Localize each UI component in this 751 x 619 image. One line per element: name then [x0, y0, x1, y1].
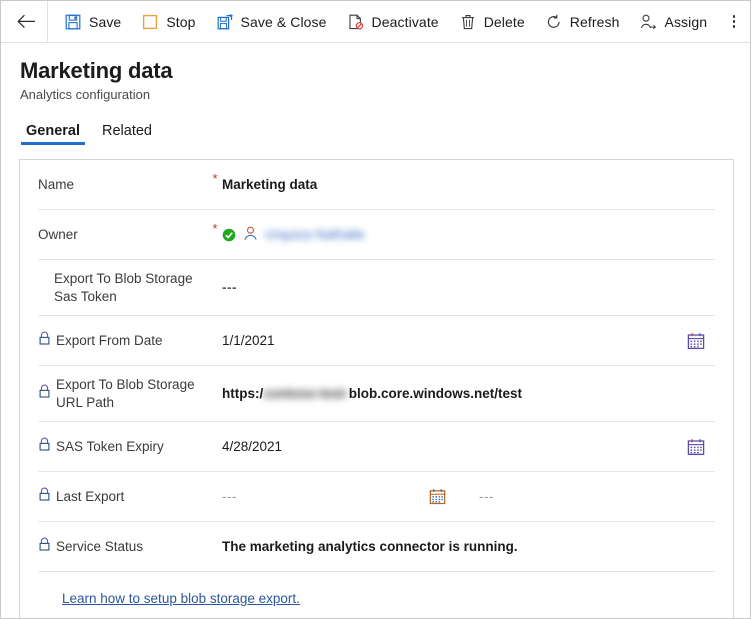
field-label-url-path-cell: Export To Blob Storage URL Path: [38, 376, 208, 412]
url-suffix: blob.core.windows.net/test: [348, 386, 523, 401]
save-and-close-button[interactable]: Save & Close: [206, 5, 337, 39]
field-label-owner: Owner: [38, 226, 78, 242]
owner-person-icon: [243, 226, 258, 244]
back-button[interactable]: [9, 5, 43, 39]
lock-icon: [38, 331, 51, 350]
help-link-row: Learn how to setup blob storage export.: [38, 572, 715, 618]
calendar-icon[interactable]: [687, 438, 715, 456]
field-row-service-status: Service Status The marketing analytics c…: [38, 522, 715, 572]
field-label-last-export-cell: Last Export: [38, 487, 208, 506]
field-value-last-export-time: ---: [479, 489, 494, 504]
field-row-export-from-date: Export From Date 1/1/2021: [38, 316, 715, 366]
lock-icon: [38, 537, 51, 556]
field-value-sas-token: ---: [222, 280, 237, 295]
learn-blob-storage-export-link[interactable]: Learn how to setup blob storage export.: [62, 591, 300, 606]
field-label-sas-token-cell: Export To Blob Storage Sas Token: [38, 270, 208, 306]
deactivate-button-label: Deactivate: [371, 13, 439, 30]
field-list: Name * Marketing data Owner * Urquiza Na…: [20, 160, 733, 618]
page-subtitle: Analytics configuration: [20, 87, 151, 102]
lock-icon: [38, 487, 51, 506]
field-label-sas-token-expiry-cell: SAS Token Expiry: [38, 437, 208, 456]
tab-list: General Related: [1, 117, 750, 145]
field-value-sas-token-expiry: 4/28/2021: [222, 439, 283, 454]
delete-icon: [459, 13, 477, 31]
field-row-sas-token: Export To Blob Storage Sas Token ---: [38, 260, 715, 316]
field-label-name: Name: [38, 176, 75, 192]
record-form-window: Save Stop Save & Close Deactivate Delete…: [0, 0, 751, 619]
assign-icon: [640, 13, 658, 31]
field-value-sas-token-expiry-cell[interactable]: 4/28/2021: [222, 438, 715, 456]
general-tab-panel: Name * Marketing data Owner * Urquiza Na…: [19, 159, 734, 618]
field-label-export-from-date: Export From Date: [56, 332, 163, 348]
field-label-url-path: Export To Blob Storage URL Path: [56, 376, 195, 410]
field-value-service-status-cell[interactable]: The marketing analytics connector is run…: [222, 539, 715, 554]
refresh-button-label: Refresh: [569, 13, 620, 30]
field-value-service-status: The marketing analytics connector is run…: [222, 539, 518, 554]
field-value-last-export-cell[interactable]: --- ---: [222, 488, 715, 505]
field-value-last-export-date: ---: [222, 489, 237, 504]
stop-button[interactable]: Stop: [131, 5, 205, 39]
field-value-sas-token-cell[interactable]: ---: [222, 280, 715, 295]
field-label-sas-token-expiry: SAS Token Expiry: [56, 438, 164, 454]
assign-button-label: Assign: [664, 13, 708, 30]
refresh-button[interactable]: Refresh: [535, 5, 630, 39]
save-and-close-button-label: Save & Close: [240, 13, 327, 30]
required-indicator-owner: *: [212, 221, 218, 236]
toolbar-divider: [47, 1, 48, 43]
save-button[interactable]: Save: [54, 5, 131, 39]
tab-general[interactable]: General: [20, 123, 86, 145]
page-header: Marketing data Analytics configuration: [1, 43, 750, 103]
lock-icon: [38, 437, 51, 456]
tab-related[interactable]: Related: [96, 123, 158, 145]
field-value-url-path-cell[interactable]: https:/ contoso-test- blob.core.windows.…: [222, 386, 715, 401]
field-row-sas-token-expiry: SAS Token Expiry 4/28/2021: [38, 422, 715, 472]
save-and-close-icon: [216, 13, 234, 31]
url-redacted-host: contoso-test-: [263, 386, 349, 401]
field-value-export-from-date-cell[interactable]: 1/1/2021: [222, 332, 715, 350]
field-value-name-cell[interactable]: Marketing data: [222, 177, 715, 192]
deactivate-button[interactable]: Deactivate: [337, 5, 449, 39]
lock-icon: [38, 384, 51, 403]
calendar-icon[interactable]: [687, 332, 715, 350]
calendar-icon[interactable]: [429, 488, 446, 505]
field-label-export-from-date-cell: Export From Date: [38, 331, 208, 350]
field-row-url-path: Export To Blob Storage URL Path https:/ …: [38, 366, 715, 422]
verified-check-icon: [222, 228, 236, 242]
field-value-owner-cell[interactable]: Urquiza Nathalie: [222, 226, 715, 244]
field-label-service-status: Service Status: [56, 538, 144, 554]
field-label-last-export: Last Export: [56, 488, 125, 504]
field-value-export-from-date: 1/1/2021: [222, 333, 275, 348]
command-bar: Save Stop Save & Close Deactivate Delete…: [1, 1, 750, 43]
save-icon: [64, 13, 82, 31]
field-value-name: Marketing data: [222, 177, 318, 192]
field-row-owner: Owner * Urquiza Nathalie: [38, 210, 715, 260]
required-indicator-name: *: [212, 171, 218, 186]
delete-button-label: Delete: [483, 13, 525, 30]
stop-button-label: Stop: [166, 13, 196, 30]
field-row-last-export: Last Export --- ---: [38, 472, 715, 522]
field-row-name: Name * Marketing data: [38, 160, 715, 210]
more-vertical-icon: [732, 15, 736, 28]
delete-button[interactable]: Delete: [449, 5, 535, 39]
field-label-owner-cell: Owner: [38, 226, 208, 244]
stop-icon: [141, 13, 159, 31]
field-label-name-cell: Name: [38, 176, 208, 194]
save-button-label: Save: [89, 13, 122, 30]
deactivate-icon: [347, 13, 365, 31]
field-label-service-status-cell: Service Status: [38, 537, 208, 556]
back-arrow-icon: [16, 14, 35, 29]
url-prefix: https:/: [222, 386, 264, 401]
assign-button[interactable]: Assign: [630, 5, 718, 39]
owner-name-redacted: Urquiza Nathalie: [265, 227, 365, 242]
field-label-sas-token: Export To Blob Storage Sas Token: [54, 270, 193, 304]
refresh-icon: [545, 13, 563, 31]
page-title: Marketing data: [20, 58, 173, 83]
more-commands-button[interactable]: [719, 5, 749, 39]
url-path-value: https:/ contoso-test- blob.core.windows.…: [222, 386, 522, 401]
